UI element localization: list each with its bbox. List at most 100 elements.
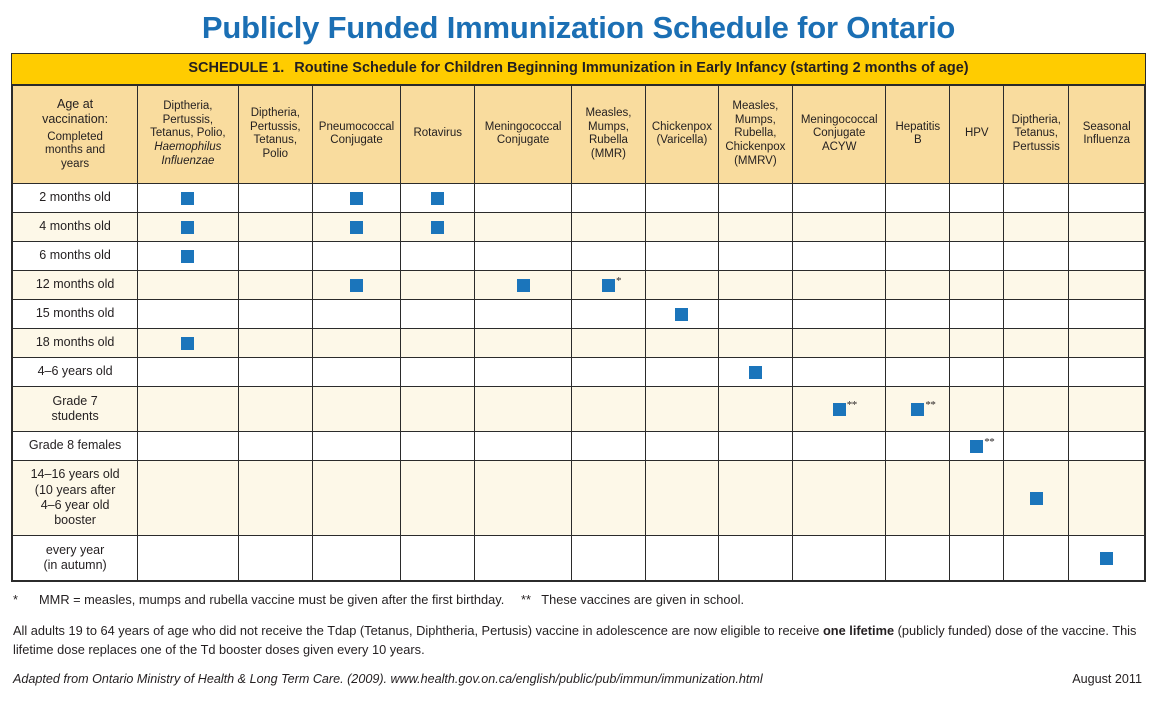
empty-cell-hepatitis-b: [885, 430, 951, 461]
empty-cell-mmrv: [717, 182, 794, 213]
empty-cell-dtap-ipv-hib: [137, 385, 239, 432]
empty-cell-meningococcal-conjugate: [474, 356, 572, 387]
row-label-line: every year: [45, 542, 105, 557]
footnote-single-star: * MMR = measles, mumps and rubella vacci…: [13, 591, 521, 609]
vaccine-marker-icon: [181, 249, 195, 263]
row-label-line: 14–16 years old: [30, 467, 120, 482]
empty-cell-hpv: [949, 356, 1005, 387]
empty-cell-meningococcal-conjugate: [474, 182, 572, 213]
empty-cell-hepatitis-b: [885, 534, 951, 581]
table-header: Age at vaccination: Completed months and…: [11, 84, 1145, 184]
empty-cell-seasonal-influenza: [1068, 385, 1145, 432]
empty-cell-mmr: [570, 211, 647, 242]
column-header-meningococcal-acyw: Meningococcal Conjugate ACYW: [792, 84, 887, 184]
row-label-line: (10 years after: [34, 482, 116, 497]
empty-cell-tdap: [1003, 356, 1070, 387]
empty-cell-dtap-ipv: [237, 385, 314, 432]
empty-cell-hpv: [949, 240, 1005, 271]
double-star-symbol: **: [521, 591, 531, 607]
column-header-line: (MMRV): [734, 154, 777, 167]
empty-cell-seasonal-influenza: [1068, 211, 1145, 242]
vaccine-marker-cell-seasonal-influenza: [1068, 534, 1145, 581]
empty-cell-dtap-ipv: [237, 459, 314, 536]
double-star-text: These vaccines are given in school.: [541, 591, 745, 607]
empty-cell-seasonal-influenza: [1068, 430, 1145, 461]
column-header-line: Pneumococcal: [318, 120, 395, 133]
column-header-meningococcal-conjugate: Meningococcal Conjugate: [474, 84, 572, 184]
column-header-line: Meningococcal: [484, 120, 562, 133]
row-label-line: 4–6 years old: [37, 364, 113, 379]
vaccine-marker-icon: [1100, 551, 1114, 565]
adult-tdap-paragraph: All adults 19 to 64 years of age who did…: [13, 622, 1144, 660]
empty-cell-mmrv: [717, 459, 794, 536]
column-header-line: Diptheria,: [163, 100, 213, 113]
empty-cell-meningococcal-acyw: [792, 269, 887, 300]
column-header-line: Pertussis: [1012, 141, 1060, 154]
vaccine-marker-cell-meningococcal-conjugate: [474, 269, 572, 300]
row-label-line: 18 months old: [35, 335, 115, 350]
vaccine-marker-cell-rotavirus: [399, 182, 476, 213]
empty-cell-meningococcal-acyw: [792, 211, 887, 242]
column-header-tdap: Diptheria, Tetanus, Pertussis: [1003, 84, 1070, 184]
footnote-row: * MMR = measles, mumps and rubella vacci…: [13, 591, 1144, 609]
vaccine-marker-icon: *: [601, 275, 621, 292]
column-header-line: Diptheria,: [1011, 113, 1061, 126]
empty-cell-hpv: [949, 211, 1005, 242]
row-label-age: 18 months old: [11, 327, 139, 358]
empty-cell-tdap: [1003, 182, 1070, 213]
vaccine-marker-cell-mmrv: [717, 356, 794, 387]
column-header-line: Pertussis,: [250, 120, 301, 133]
column-header-line: Conjugate: [812, 127, 866, 140]
schedule-table-wrapper: Age at vaccination: Completed months and…: [11, 84, 1146, 582]
row-label-line: students: [51, 408, 99, 423]
empty-cell-hepatitis-b: [885, 356, 951, 387]
empty-cell-seasonal-influenza: [1068, 298, 1145, 329]
vaccine-marker-cell-dtap-ipv-hib: [137, 211, 239, 242]
empty-cell-chickenpox: [645, 385, 719, 432]
empty-cell-meningococcal-conjugate: [474, 211, 572, 242]
empty-cell-pneumococcal-conjugate: [312, 534, 401, 581]
empty-cell-tdap: [1003, 534, 1070, 581]
empty-cell-meningococcal-acyw: [792, 298, 887, 329]
vaccine-marker-cell-hepatitis-b: **: [885, 385, 951, 432]
empty-cell-rotavirus: [399, 269, 476, 300]
column-header-line: Mumps,: [734, 113, 776, 126]
single-star-text: MMR = measles, mumps and rubella vaccine…: [39, 591, 505, 607]
empty-cell-meningococcal-conjugate: [474, 459, 572, 536]
vaccine-marker-icon: **: [832, 399, 857, 416]
schedule-description: Routine Schedule for Children Beginning …: [294, 60, 969, 77]
empty-cell-tdap: [1003, 430, 1070, 461]
table-row: 14–16 years old (10 years after 4–6 year o…: [11, 459, 1145, 536]
row-label-line: Grade 8 females: [28, 438, 122, 453]
column-header-dtap-ipv-hib: Diptheria, Pertussis, Tetanus, Polio, Haemo…: [137, 84, 239, 184]
empty-cell-mmr: [570, 385, 647, 432]
table-body: 2 months old 4 months old 6 months old 12 m…: [11, 182, 1145, 581]
empty-cell-hepatitis-b: [885, 240, 951, 271]
empty-cell-dtap-ipv: [237, 356, 314, 387]
single-star-symbol: *: [13, 591, 18, 607]
empty-cell-rotavirus: [399, 385, 476, 432]
marker-footnote-symbol: **: [846, 398, 858, 411]
empty-cell-meningococcal-conjugate: [474, 385, 572, 432]
column-header-line: Chickenpox: [725, 141, 786, 154]
column-header-line: Tetanus,: [1014, 127, 1059, 140]
column-header-line: HPV: [964, 127, 989, 140]
paragraph-part-1: All adults 19 to 64 years of age who did…: [13, 622, 823, 638]
empty-cell-meningococcal-acyw: [792, 534, 887, 581]
vaccine-marker-icon: [350, 191, 364, 205]
empty-cell-mmr: [570, 182, 647, 213]
table-row: 2 months old: [11, 182, 1145, 213]
row-label-age: 14–16 years old (10 years after 4–6 year o…: [11, 459, 139, 536]
vaccine-marker-cell-dtap-ipv-hib: [137, 182, 239, 213]
footnote-double-star: ** These vaccines are given in school.: [521, 591, 744, 609]
vaccine-marker-cell-pneumococcal-conjugate: [312, 269, 401, 300]
column-header-line: Tetanus, Polio,: [150, 127, 226, 140]
empty-cell-hpv: [949, 459, 1005, 536]
row-label-age: 4 months old: [11, 211, 139, 242]
vaccine-marker-cell-dtap-ipv-hib: [137, 240, 239, 271]
column-header-line: Measles,: [732, 100, 779, 113]
paragraph-emphasis: one lifetime: [822, 622, 895, 638]
age-header-line4: months and: [45, 144, 106, 157]
empty-cell-chickenpox: [645, 534, 719, 581]
empty-cell-mmrv: [717, 240, 794, 271]
